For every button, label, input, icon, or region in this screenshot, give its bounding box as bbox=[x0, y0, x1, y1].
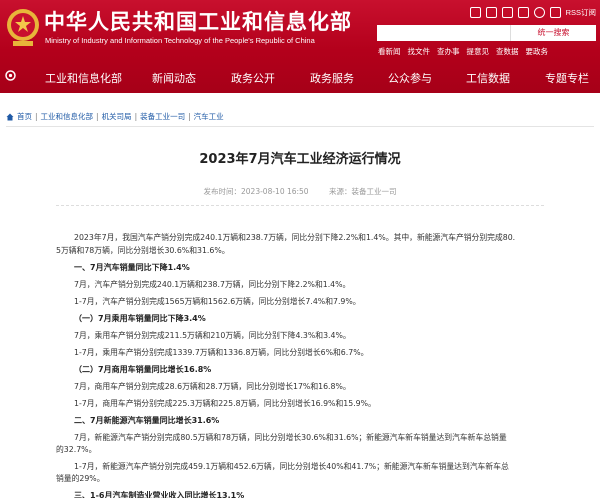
section-heading: 三、1-6月汽车制造业营业收入同比增长13.1% bbox=[74, 490, 244, 498]
paragraph: 7月，商用车产销分别完成28.6万辆和28.7万辆，同比分别增长17%和16.8… bbox=[74, 381, 351, 393]
accessibility-icon[interactable] bbox=[486, 7, 497, 18]
nav-item-data[interactable]: 工信数据 bbox=[466, 70, 510, 86]
paragraph: 1-7月，乘用车产销分别完成1339.7万辆和1336.8万辆，同比分别增长6%… bbox=[74, 347, 368, 359]
nav-item-miit[interactable]: 工业和信息化部 bbox=[45, 70, 122, 86]
quick-link[interactable]: 看新闻 bbox=[378, 46, 401, 57]
paragraph: 7月，乘用车产销分别完成211.5万辆和210万辆，同比分别下降4.3%和3.4… bbox=[74, 330, 351, 342]
section-heading: 一、7月汽车销量同比下降1.4% bbox=[74, 262, 190, 274]
paragraph: 7月，新能源汽车产销分别完成80.5万辆和78万辆，同比分别增长30.6%和31… bbox=[74, 432, 507, 444]
section-heading: （一）7月乘用车销量同比下降3.4% bbox=[74, 313, 206, 325]
site-title-en: Ministry of Industry and Information Tec… bbox=[45, 36, 315, 45]
breadcrumb: 首页 | 工业和信息化部 | 机关司局 | 装备工业一司 | 汽车工业 bbox=[6, 111, 224, 122]
section-heading: 二、7月新能源汽车销量同比增长31.6% bbox=[74, 415, 219, 427]
quick-link[interactable]: 提意见 bbox=[467, 46, 490, 57]
weibo-icon[interactable] bbox=[534, 7, 545, 18]
paragraph: 1-7月，汽车产销分别完成1565万辆和1562.6万辆，同比分别增长7.4%和… bbox=[74, 296, 361, 308]
nav-item-gov-affairs[interactable]: 政务公开 bbox=[231, 70, 275, 86]
breadcrumb-separator: | bbox=[96, 112, 99, 121]
breadcrumb-separator: | bbox=[35, 112, 38, 121]
article-meta: 发布时间：2023-08-10 16:50 来源：装备工业一司 bbox=[0, 186, 600, 197]
home-icon bbox=[6, 113, 14, 121]
wechat-icon[interactable] bbox=[518, 7, 529, 18]
breadcrumb-separator: | bbox=[188, 112, 191, 121]
breadcrumb-auto-industry[interactable]: 汽车工业 bbox=[194, 111, 224, 122]
nav-item-gov-services[interactable]: 政务服务 bbox=[310, 70, 354, 86]
top-icon-bar: RSS订阅 bbox=[470, 5, 596, 19]
breadcrumb-home[interactable]: 首页 bbox=[17, 111, 32, 122]
font-size-icon[interactable] bbox=[470, 7, 481, 18]
paragraph: 5万辆和78万辆，同比分别增长30.6%和31.6%。 bbox=[56, 245, 230, 257]
site-header: 中华人民共和国工业和信息化部 Ministry of Industry and … bbox=[0, 0, 600, 93]
nav-item-topics[interactable]: 专题专栏 bbox=[545, 70, 589, 86]
breadcrumb-separator: | bbox=[135, 112, 138, 121]
main-nav: 工业和信息化部 新闻动态 政务公开 政务服务 公众参与 工信数据 专题专栏 bbox=[28, 62, 600, 92]
rss-link[interactable]: RSS订阅 bbox=[566, 7, 596, 18]
paragraph: 1-7月，新能源汽车产销分别完成459.1万辆和452.6万辆，同比分别增长40… bbox=[74, 461, 509, 473]
search-button[interactable]: 统一搜索 bbox=[510, 25, 596, 41]
quick-link[interactable]: 查办事 bbox=[437, 46, 460, 57]
search-input[interactable] bbox=[377, 25, 510, 41]
quick-links: 看新闻 找文件 查办事 提意见 查数据 要政务 bbox=[378, 46, 548, 57]
divider bbox=[6, 126, 594, 127]
site-title-cn[interactable]: 中华人民共和国工业和信息化部 bbox=[44, 6, 352, 36]
mobile-icon[interactable] bbox=[502, 7, 513, 18]
paragraph: 的32.7%。 bbox=[56, 444, 96, 456]
national-emblem-icon[interactable] bbox=[5, 5, 41, 49]
publish-time: 发布时间：2023-08-10 16:50 bbox=[204, 187, 309, 196]
article-source: 来源：装备工业一司 bbox=[329, 187, 397, 196]
divider bbox=[56, 205, 544, 206]
nav-item-news[interactable]: 新闻动态 bbox=[152, 70, 196, 86]
breadcrumb-miit[interactable]: 工业和信息化部 bbox=[41, 111, 94, 122]
breadcrumb-departments[interactable]: 机关司局 bbox=[102, 111, 132, 122]
home-logo-icon[interactable] bbox=[5, 70, 16, 81]
app-icon[interactable] bbox=[550, 7, 561, 18]
quick-link[interactable]: 查数据 bbox=[496, 46, 519, 57]
paragraph: 2023年7月，我国汽车产销分别完成240.1万辆和238.7万辆，同比分别下降… bbox=[74, 232, 515, 244]
section-heading: （二）7月商用车销量同比增长16.8% bbox=[74, 364, 211, 376]
article-title: 2023年7月汽车工业经济运行情况 bbox=[0, 148, 600, 167]
nav-item-participation[interactable]: 公众参与 bbox=[388, 70, 432, 86]
quick-link[interactable]: 要政务 bbox=[526, 46, 549, 57]
breadcrumb-equipment-dept[interactable]: 装备工业一司 bbox=[140, 111, 185, 122]
quick-link[interactable]: 找文件 bbox=[408, 46, 431, 57]
paragraph: 1-7月，商用车产销分别完成225.3万辆和225.8万辆，同比分别增长16.9… bbox=[74, 398, 376, 410]
paragraph: 销量的29%。 bbox=[56, 473, 105, 485]
paragraph: 7月，汽车产销分别完成240.1万辆和238.7万辆，同比分别下降2.2%和1.… bbox=[74, 279, 350, 291]
